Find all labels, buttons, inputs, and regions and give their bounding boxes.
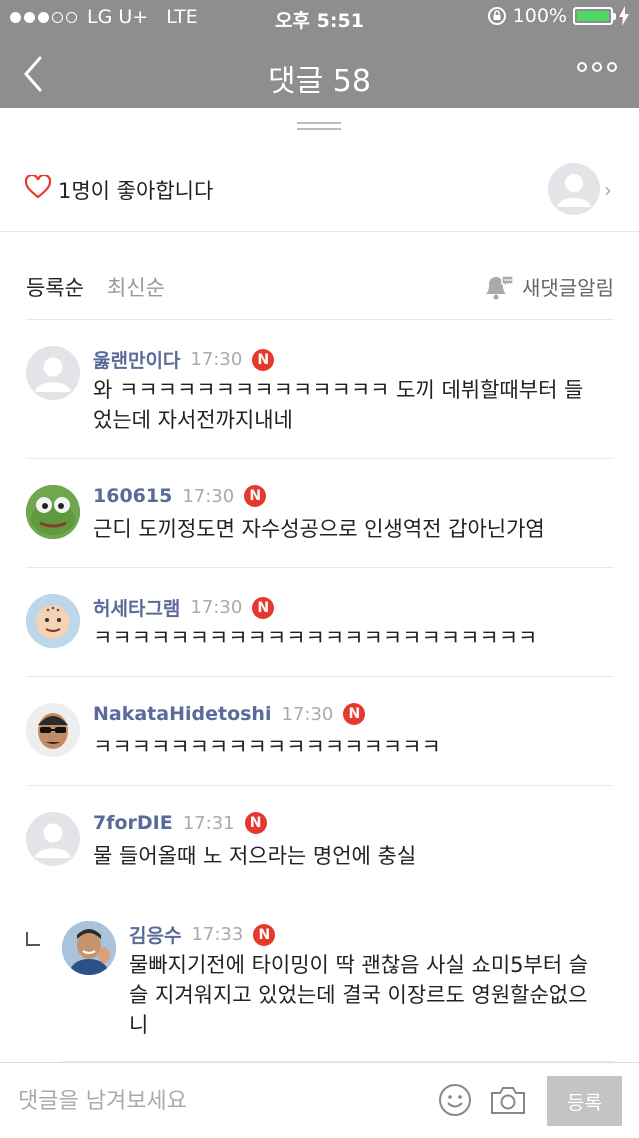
comment-text: 와 ㅋㅋㅋㅋㅋㅋㅋㅋㅋㅋㅋㅋㅋㅋ 도끼 데뷔할때부터 들었는데 자서전까지내네 (93, 378, 584, 432)
top-bar: LG U+ LTE 오후 5:51 100% 댓글 58 (0, 0, 639, 108)
comment-author[interactable]: 김응수 (129, 921, 181, 948)
sort-bar: 등록순 최신순 새댓글알림 (26, 262, 614, 320)
comment-author[interactable]: 허세타그램 (93, 594, 180, 621)
new-badge: N (253, 923, 276, 946)
comment-author[interactable]: NakataHidetoshi (93, 703, 271, 725)
heart-outline-icon[interactable] (25, 175, 51, 199)
new-badge: N (343, 703, 366, 725)
submit-button[interactable]: 등록 (547, 1076, 622, 1126)
comment-time: 17:30 (190, 349, 243, 370)
comment-time: 17:30 (190, 597, 243, 618)
sort-option-registered[interactable]: 등록순 (26, 272, 84, 302)
more-options-button[interactable] (577, 62, 617, 72)
new-comment-alert-toggle[interactable]: 새댓글알림 (482, 272, 614, 301)
comment-time: 17:31 (182, 812, 235, 834)
emoji-button[interactable] (438, 1083, 472, 1121)
comment-text: 물 들어올때 노 저으라는 명언에 충실 (93, 844, 417, 868)
battery-percent: 100% (512, 5, 567, 27)
comment-text: 물빠지기전에 타이밍이 딱 괜찮음 사실 쇼미5부터 슬슬 지겨워지고 있었는데… (129, 953, 589, 1037)
comment-composer: 등록 (0, 1062, 639, 1138)
frog-avatar[interactable] (26, 485, 80, 539)
new-badge: N (244, 812, 267, 834)
comment-item: 160615 17:30 N 근디 도끼정도면 자수성공으로 인생역전 갑아닌가… (26, 459, 614, 568)
sheet-handle[interactable] (297, 122, 341, 130)
liker-avatar[interactable] (548, 163, 600, 215)
sort-option-latest[interactable]: 최신순 (107, 272, 165, 302)
rotation-lock-icon (487, 7, 506, 25)
sunglasses-avatar[interactable] (26, 703, 80, 757)
comment-text: ㅋㅋㅋㅋㅋㅋㅋㅋㅋㅋㅋㅋㅋㅋㅋㅋㅋㅋㅋㅋㅋㅋㅋ (93, 626, 538, 650)
new-badge: N (244, 485, 267, 507)
smiley-icon (439, 1084, 471, 1116)
comment-text: 근디 도끼정도면 자수성공으로 인생역전 갑아닌가염 (93, 517, 545, 541)
comment-item: 허세타그램 17:30 N ㅋㅋㅋㅋㅋㅋㅋㅋㅋㅋㅋㅋㅋㅋㅋㅋㅋㅋㅋㅋㅋㅋㅋ (26, 568, 614, 677)
bell-icon (486, 274, 514, 299)
back-button[interactable] (18, 54, 52, 94)
camera-button[interactable] (489, 1084, 527, 1120)
likes-count-text[interactable]: 1명이 좋아합니다 (58, 175, 213, 205)
chevron-right-icon: › (604, 178, 612, 202)
comment-time: 17:33 (191, 924, 244, 945)
chevron-left-icon (24, 56, 42, 92)
cartoon-avatar[interactable] (26, 594, 80, 648)
comment-author[interactable]: 7forDIE (93, 812, 173, 834)
default-avatar[interactable] (26, 346, 80, 400)
comment-item: NakataHidetoshi 17:30 N ㅋㅋㅋㅋㅋㅋㅋㅋㅋㅋㅋㅋㅋㅋㅋㅋ… (26, 677, 614, 786)
comment-input[interactable] (18, 1083, 418, 1119)
default-avatar[interactable] (26, 812, 80, 866)
camera-icon (491, 1087, 525, 1114)
comment-text: ㅋㅋㅋㅋㅋㅋㅋㅋㅋㅋㅋㅋㅋㅋㅋㅋㅋㅋ (93, 735, 441, 759)
comment-time: 17:30 (281, 703, 334, 725)
reply-item: 김응수 17:33 N 물빠지기전에 타이밍이 딱 괜찮음 사실 쇼미5부터 슬… (62, 895, 614, 1062)
status-bar: LG U+ LTE 오후 5:51 100% (0, 0, 639, 34)
charging-icon (619, 6, 629, 26)
man-avatar[interactable] (62, 921, 116, 975)
battery-icon (573, 7, 616, 25)
comment-author[interactable]: 욿랜만이다 (93, 346, 180, 373)
new-badge: N (252, 596, 275, 619)
likes-row[interactable]: 1명이 좋아합니다 › (0, 150, 639, 232)
comment-author[interactable]: 160615 (93, 485, 172, 507)
reply-indicator-icon (26, 932, 40, 946)
comment-time: 17:30 (182, 485, 235, 507)
nav-bar: 댓글 58 (0, 40, 639, 108)
comment-item: 욿랜만이다 17:30 N 와 ㅋㅋㅋㅋㅋㅋㅋㅋㅋㅋㅋㅋㅋㅋ 도끼 데뷔할때부터… (26, 320, 614, 459)
page-title: 댓글 58 (268, 64, 371, 99)
more-dots-icon (577, 62, 587, 72)
comment-item: 7forDIE 17:31 N 물 들어올때 노 저으라는 명언에 충실 (26, 786, 614, 895)
notify-label: 새댓글알림 (522, 276, 614, 300)
new-badge: N (252, 348, 275, 371)
